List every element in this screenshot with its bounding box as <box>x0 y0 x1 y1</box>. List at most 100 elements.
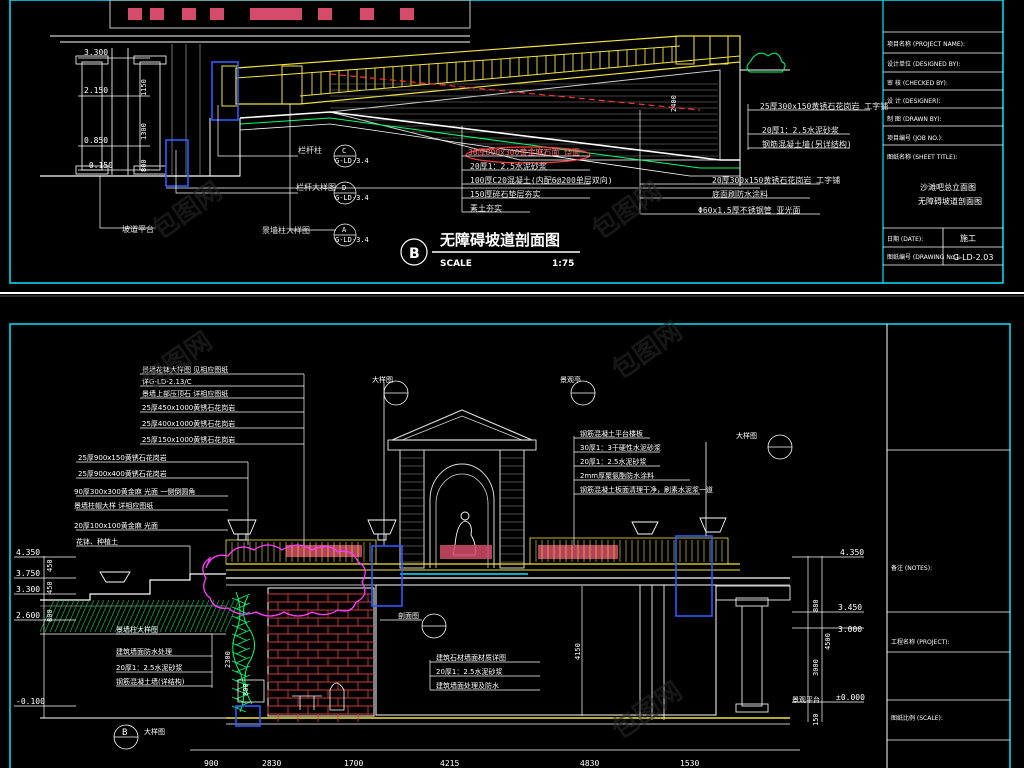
tb-drawing-no: G-LD-2.03 <box>953 253 993 262</box>
bottom-dim-2: 450 <box>46 581 54 594</box>
ref-label-6: 大样图 <box>144 727 165 736</box>
tb-date-label: 日期 (DATE): <box>887 235 923 243</box>
bottom-dim-7: 3000 <box>812 659 820 676</box>
bottom-callouts-right: 钢筋混凝土平台楼板 30厚1：3干硬性水泥砂浆 20厚1：2.5水泥砂浆 2mm… <box>573 429 713 545</box>
top-mid-2: 20厚1：2.5水泥砂浆 <box>470 161 547 171</box>
ref-label-3: 大样图 <box>736 431 757 440</box>
ref-label-1: 大样图 <box>372 375 393 384</box>
btl-9: 90厚300x300黄金麻 光面 一侧倒圆角 <box>74 487 195 496</box>
top-mid-1: 30厚800x300黄金麻石面 烧面 <box>468 147 580 157</box>
tb-designer: 设 计 (DESIGNER): <box>887 97 941 105</box>
bc-2: 20厚1：2.5水泥砂浆 <box>436 667 503 676</box>
bottom-dim-3: 800 <box>46 609 54 622</box>
tb-sheet-title-label: 图纸名称 (SHEET TITLE): <box>887 153 957 161</box>
br-5: 钢筋混凝土板面清理干净，刷素水泥浆一道 <box>580 485 713 494</box>
bottom-hdim-4: 4215 <box>440 759 459 768</box>
top-elev-3: 0.850 <box>84 136 108 145</box>
leaf <box>235 647 251 655</box>
bll-3: 20厚1：2.5水泥砂浆 <box>116 663 183 672</box>
top-dim-2: 1300 <box>140 123 148 140</box>
top-callout-wall-column: 景墙柱大样图 <box>262 225 310 235</box>
bottom-dim-6: 4150 <box>574 643 582 660</box>
btl-5: 25厚400x1000黄锈石花岗岩 <box>142 419 235 428</box>
top-right-3: 钢筋混凝土墙(另详结构) <box>762 139 852 149</box>
top-callout-railing-post: 栏杆柱 <box>298 145 322 155</box>
tb-project-name: 项目名称 (PROJECT NAME): <box>887 40 965 48</box>
top-dim-4: 2400 <box>670 95 678 112</box>
bll-4: 钢筋混凝土墙(详结构) <box>116 677 185 686</box>
br-3: 20厚1：2.5水泥砂浆 <box>580 457 647 466</box>
bottom-callouts-center: 建筑石材墙面材质详图 20厚1：2.5水泥砂浆 建筑墙面处理及防水 <box>429 653 540 691</box>
br-2: 30厚1：3干硬性水泥砂浆 <box>580 443 661 452</box>
bottom-hdim-3: 1700 <box>344 759 363 768</box>
bottom-callouts-lower-left: 景墙柱大样图 建筑墙面防水处理 20厚1：2.5水泥砂浆 钢筋混凝土墙(详结构) <box>116 625 213 688</box>
tb-job-no: 项目编号 (JOB NO.): <box>887 134 943 142</box>
ref-label-2: 景观亭 <box>560 375 581 384</box>
tb-checked-by: 审 核 (CHECKED BY): <box>887 79 948 87</box>
top-elev-4: -0.150 <box>84 161 113 170</box>
top-mid-5: 素土夯实 <box>470 203 502 213</box>
top-callout-railing-detail: 栏杆大样图 <box>296 182 336 192</box>
ref-a-bottom: G-LD-3.4 <box>335 236 369 244</box>
bottom-elev-r2: 3.450 <box>838 603 862 612</box>
top-scale-label: SCALE <box>440 259 472 269</box>
bottom-dim-1: 450 <box>46 559 54 572</box>
bottom-elev-l3: 3.300 <box>16 585 40 594</box>
bottom-callouts-top-left: 景墙花钵大样图 见相应图纸 详G-LD-2.13/C 景墙上部压顶石 详相应图纸… <box>74 365 305 574</box>
bottom-elev-r3: 3.000 <box>838 625 862 634</box>
bottom-dim-4: 2300 <box>224 651 232 668</box>
tb-designed-by: 设计单位 (DESIGNED BY): <box>887 60 961 68</box>
bottom-detail-refs: 大样图 景观亭 大样图 剖面图 景观平台 大样图 B <box>113 375 820 750</box>
btl-10: 景墙柱帽大样 详相应图纸 <box>74 501 153 510</box>
bottom-dim-5: 800 <box>242 683 250 696</box>
btl-6: 25厚150x1000黄锈石花岗岩 <box>142 435 235 444</box>
top-right-2: 20厚1：2.5水泥砂浆 <box>762 125 839 135</box>
btb-project: 工程名称 (PROJECT): <box>891 638 950 646</box>
btb-notes: 备注 (NOTES): <box>891 564 932 572</box>
top-right-5: 底面刷防水涂料 <box>712 189 768 199</box>
bottom-hdim-6: 1530 <box>680 759 699 768</box>
btl-8: 25厚900x400黄锈石花岗岩 <box>78 469 167 478</box>
ref-d-bottom: G-LD-3.4 <box>335 194 369 202</box>
tb-stage: 施工 <box>960 233 976 243</box>
watermark-5: 包图网 <box>606 676 688 746</box>
btl-12: 花钵、种植土 <box>76 537 118 546</box>
leaf <box>235 629 251 637</box>
br-1: 钢筋混凝土平台楼板 <box>580 429 643 438</box>
top-scale-value: 1:75 <box>552 259 574 269</box>
bottom-dim-9: 880 <box>812 599 820 612</box>
leaf <box>235 656 251 664</box>
bll-2: 建筑墙面防水处理 <box>116 647 172 656</box>
bottom-dim-10: 150 <box>812 713 820 726</box>
btb-scale: 图纸比例 (SCALE): <box>891 714 943 722</box>
top-title-badge: B <box>409 246 420 262</box>
leaf <box>235 602 251 610</box>
top-dim-3: 800 <box>140 159 148 172</box>
watermark-3: 包图网 <box>606 316 688 386</box>
top-dim-1: 1150 <box>140 79 148 96</box>
bottom-pavilion <box>286 409 618 569</box>
top-mid-3: 100厚C20混凝土(内配6@200单层双向) <box>470 175 613 185</box>
top-right-4: 20厚300x150黄锈石花岗岩 工字铺 <box>712 175 840 185</box>
ref-a-top: A <box>342 226 347 234</box>
bottom-elev-l2: 3.750 <box>16 569 40 578</box>
bottom-hdim-2: 2830 <box>262 759 281 768</box>
bc-3: 建筑墙面处理及防水 <box>436 681 499 690</box>
leaf <box>235 638 251 646</box>
top-elev-2: 2.150 <box>84 86 108 95</box>
tb-sheet-title-1: 沙滩吧总立面图 <box>920 182 976 192</box>
ref-label-4: 剖面图 <box>398 611 419 620</box>
bc-1: 建筑石材墙面材质详图 <box>436 653 506 662</box>
ref-label-5: 景观平台 <box>792 695 820 704</box>
bottom-elev-l5: -0.100 <box>16 697 45 706</box>
cad-drawing-canvas: 项目名称 (PROJECT NAME): 设计单位 (DESIGNED BY):… <box>0 0 1024 768</box>
top-right-6: Φ60x1.5厚不锈钢管 亚光面 <box>698 205 801 215</box>
ref-d-top: D <box>342 184 346 192</box>
top-elev-1: 3.300 <box>84 48 108 57</box>
top-title-text: 无障碍坡道剖面图 <box>439 231 560 249</box>
bll-1: 景墙柱大样图 <box>116 625 158 634</box>
bottom-title-block: 备注 (NOTES): 工程名称 (PROJECT): 图纸比例 (SCALE)… <box>887 449 1010 741</box>
bottom-elev-l4: 2.600 <box>16 611 40 620</box>
btl-4: 25厚450x1000黄锈石花岗岩 <box>142 403 235 412</box>
bottom-hdim-1: 900 <box>204 759 219 768</box>
